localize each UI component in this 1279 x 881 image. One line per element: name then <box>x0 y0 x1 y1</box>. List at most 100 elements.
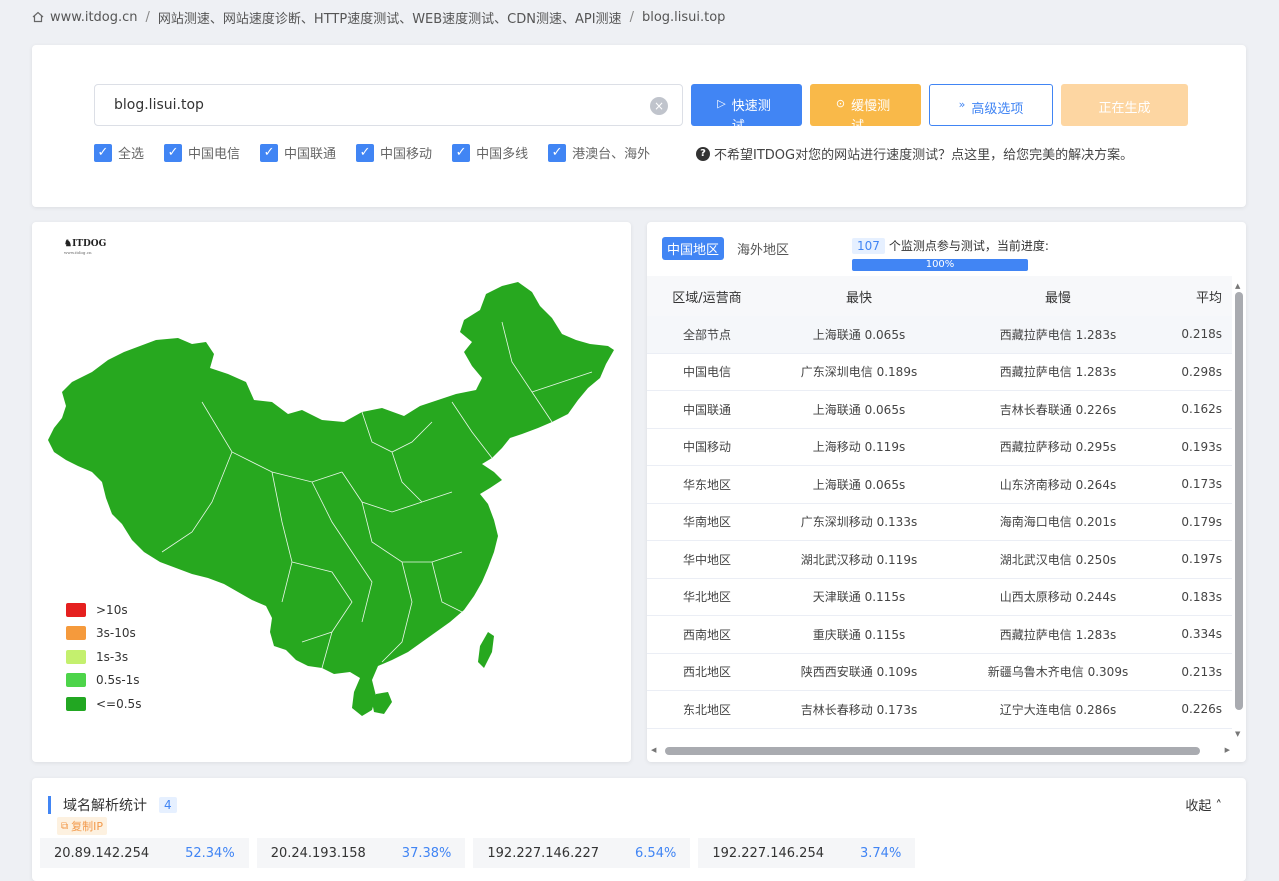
column-header[interactable]: 最慢 <box>951 287 1165 306</box>
scroll-right-icon[interactable]: ▶ <box>1225 746 1230 754</box>
checkbox-mobile[interactable]: ✓ 中国移动 <box>356 143 432 162</box>
ip-percent: 6.54% <box>635 845 677 861</box>
table-cell: 吉林长春联通 0.226s <box>999 402 1117 417</box>
slow-test-button[interactable]: ⊙ 缓慢测试 <box>810 84 921 126</box>
checkbox-label: 港澳台、海外 <box>572 147 651 162</box>
column-header[interactable]: 平均 <box>1165 287 1232 306</box>
copy-ip-label: 复制IP <box>71 820 104 833</box>
vertical-scrollbar[interactable]: ▲ ▼ <box>1235 282 1243 738</box>
scrollbar-thumb[interactable] <box>1235 292 1243 710</box>
column-header[interactable]: 区域/运营商 <box>647 287 767 306</box>
table-cell: 中国香港 0.313s <box>951 738 1165 740</box>
clear-icon[interactable]: × <box>650 97 668 115</box>
table-cell: 上海移动 0.119s <box>812 440 906 455</box>
table-cell: 华东地区 <box>682 477 731 492</box>
tab-china[interactable]: 中国地区 <box>662 237 725 260</box>
search-panel: × ▷ 快速测试 ⊙ 缓慢测试 » 高级选项 正在生成 ✓ 全选 ✓ 中国电信 ✓ 中… <box>32 45 1246 207</box>
generating-button[interactable]: 正在生成 <box>1061 84 1188 126</box>
copy-icon: ⧉ <box>61 820 69 832</box>
tab-overseas[interactable]: 海外地区 <box>732 237 794 260</box>
table-row[interactable]: 港澳台中国台湾 0.288s中国香港 0.313s0.296s <box>647 729 1232 741</box>
region-tabs: 中国地区 海外地区 <box>662 237 802 260</box>
checkbox-label: 全选 <box>118 147 145 162</box>
opt-out-notice[interactable]: ? 不希望ITDOG对您的网站进行速度测试？点这里，给您完美的解决方案。 <box>696 144 1133 163</box>
breadcrumb-home[interactable]: www.itdog.cn <box>50 10 138 25</box>
scroll-left-icon[interactable]: ◀ <box>651 746 656 754</box>
advanced-options-button[interactable]: » 高级选项 <box>929 84 1053 126</box>
table-row[interactable]: 中国移动 上海移动 0.119s 西藏拉萨移动 0.295s 0.193s <box>647 429 1232 466</box>
table-cell: 0.334s <box>1181 627 1222 642</box>
table-row[interactable]: 华北地区 天津联通 0.115s 山西太原移动 0.244s 0.183s <box>647 579 1232 616</box>
checkbox-unicom[interactable]: ✓ 中国联通 <box>260 143 336 162</box>
table-cell: 广东深圳电信 0.189s <box>800 365 918 380</box>
table-cell: 西北地区 <box>682 665 731 680</box>
check-icon: ✓ <box>164 143 183 162</box>
checkbox-overseas[interactable]: ✓ 港澳台、海外 <box>548 143 650 162</box>
table-cell: 上海联通 0.065s <box>812 327 906 342</box>
ip-item[interactable]: 192.227.146.227 6.54% <box>473 838 691 868</box>
column-header[interactable]: 最快 <box>767 287 951 306</box>
isp-filter: ✓ 全选 ✓ 中国电信 ✓ 中国联通 ✓ 中国移动 ✓ 中国多线 ✓ 港澳台、海外 <box>94 143 670 162</box>
table-row[interactable]: 西北地区 陕西西安联通 0.109s 新疆乌鲁木齐电信 0.309s 0.213s <box>647 654 1232 691</box>
breadcrumb-separator: / <box>145 9 150 25</box>
breadcrumb-section[interactable]: 网站测速、网站速度诊断、HTTP速度测试、WEB速度测试、CDN测速、API测速 <box>158 8 622 27</box>
checkbox-label: 中国电信 <box>188 147 241 162</box>
collapse-button[interactable]: 收起 ˄ <box>1185 795 1222 814</box>
table-row[interactable]: 全部节点 上海联通 0.065s 西藏拉萨电信 1.283s 0.218s <box>647 316 1232 354</box>
ip-item[interactable]: 192.227.146.254 3.74% <box>698 838 916 868</box>
table-row[interactable]: 东北地区 吉林长春移动 0.173s 辽宁大连电信 0.286s 0.226s <box>647 691 1232 729</box>
legend-swatch <box>66 602 86 617</box>
scroll-up-icon[interactable]: ▲ <box>1235 282 1240 290</box>
table-cell: 重庆联通 0.115s <box>812 627 906 642</box>
table-cell: 0.179s <box>1181 514 1222 529</box>
title-accent-bar <box>48 796 51 814</box>
generating-label: 正在生成 <box>1098 101 1151 116</box>
ip-item[interactable]: 20.24.193.158 37.38% <box>256 838 466 868</box>
scroll-down-icon[interactable]: ▼ <box>1235 730 1240 738</box>
url-input[interactable] <box>95 85 635 125</box>
copy-ip-button[interactable]: ⧉ 复制IP <box>57 817 108 835</box>
fast-test-button[interactable]: ▷ 快速测试 <box>691 84 802 126</box>
table-cell: 中国联通 <box>682 402 731 417</box>
table-row[interactable]: 西南地区 重庆联通 0.115s 西藏拉萨电信 1.283s 0.334s <box>647 616 1232 654</box>
breadcrumb-current: blog.lisui.top <box>641 9 726 25</box>
ip-percent: 52.34% <box>185 845 235 861</box>
table-row[interactable]: 中国联通 上海联通 0.065s 吉林长春联通 0.226s 0.162s <box>647 391 1232 429</box>
horizontal-scrollbar[interactable]: ◀ ▶ <box>651 746 1234 756</box>
legend-label: 1s-3s <box>96 649 129 664</box>
check-icon: ✓ <box>260 143 279 162</box>
table-cell: 华北地区 <box>682 590 731 605</box>
legend-item: 3s-10s <box>66 622 141 646</box>
legend-swatch <box>66 696 86 711</box>
monitor-count: 107 个监测点参与测试，当前进度: <box>852 237 1049 254</box>
taiwan-region[interactable] <box>478 632 494 668</box>
ip-item[interactable]: 20.89.142.254 52.34% <box>40 838 249 868</box>
url-input-box[interactable]: × <box>94 84 683 126</box>
table-row[interactable]: 华中地区 湖北武汉移动 0.119s 湖北武汉电信 0.250s 0.197s <box>647 541 1232 579</box>
table-row[interactable]: 华东地区 上海联通 0.065s 山东济南移动 0.264s 0.173s <box>647 466 1232 504</box>
advanced-options-label: 高级选项 <box>971 102 1024 117</box>
checkbox-select-all[interactable]: ✓ 全选 <box>94 143 144 162</box>
ip-address: 20.89.142.254 <box>54 845 150 861</box>
slow-test-label: 缓慢测试 <box>851 99 891 126</box>
table-cell: 中国电信 <box>682 365 731 380</box>
table-row[interactable]: 中国电信 广东深圳电信 0.189s 西藏拉萨电信 1.283s 0.298s <box>647 354 1232 391</box>
checkbox-telecom[interactable]: ✓ 中国电信 <box>164 143 240 162</box>
ip-address: 192.227.146.254 <box>712 845 824 861</box>
table-row[interactable]: 华南地区 广东深圳移动 0.133s 海南海口电信 0.201s 0.179s <box>647 504 1232 541</box>
map-legend: >10s 3s-10s 1s-3s 0.5s-1s <=0.5s <box>66 598 141 716</box>
dns-count-badge: 4 <box>159 797 177 813</box>
table-cell: 0.226s <box>1181 702 1222 717</box>
dns-stats-panel: 域名解析统计 4 ⧉ 复制IP 收起 ˄ 20.89.142.254 52.34%… <box>32 778 1246 881</box>
table-cell: 中国台湾 0.288s <box>767 738 951 740</box>
table-cell: 西藏拉萨电信 1.283s <box>999 627 1117 642</box>
scrollbar-thumb[interactable] <box>665 747 1200 755</box>
legend-label: >10s <box>96 602 128 617</box>
table-cell: 山西太原移动 0.244s <box>999 590 1117 605</box>
table-cell: 上海联通 0.065s <box>812 477 906 492</box>
checkbox-multiline[interactable]: ✓ 中国多线 <box>452 143 528 162</box>
count-badge: 107 <box>852 237 885 254</box>
ip-list: 20.89.142.254 52.34% 20.24.193.158 37.38% … <box>40 838 923 868</box>
dns-title: 域名解析统计 4 <box>48 795 177 815</box>
table-cell: 西藏拉萨电信 1.283s <box>999 327 1117 342</box>
